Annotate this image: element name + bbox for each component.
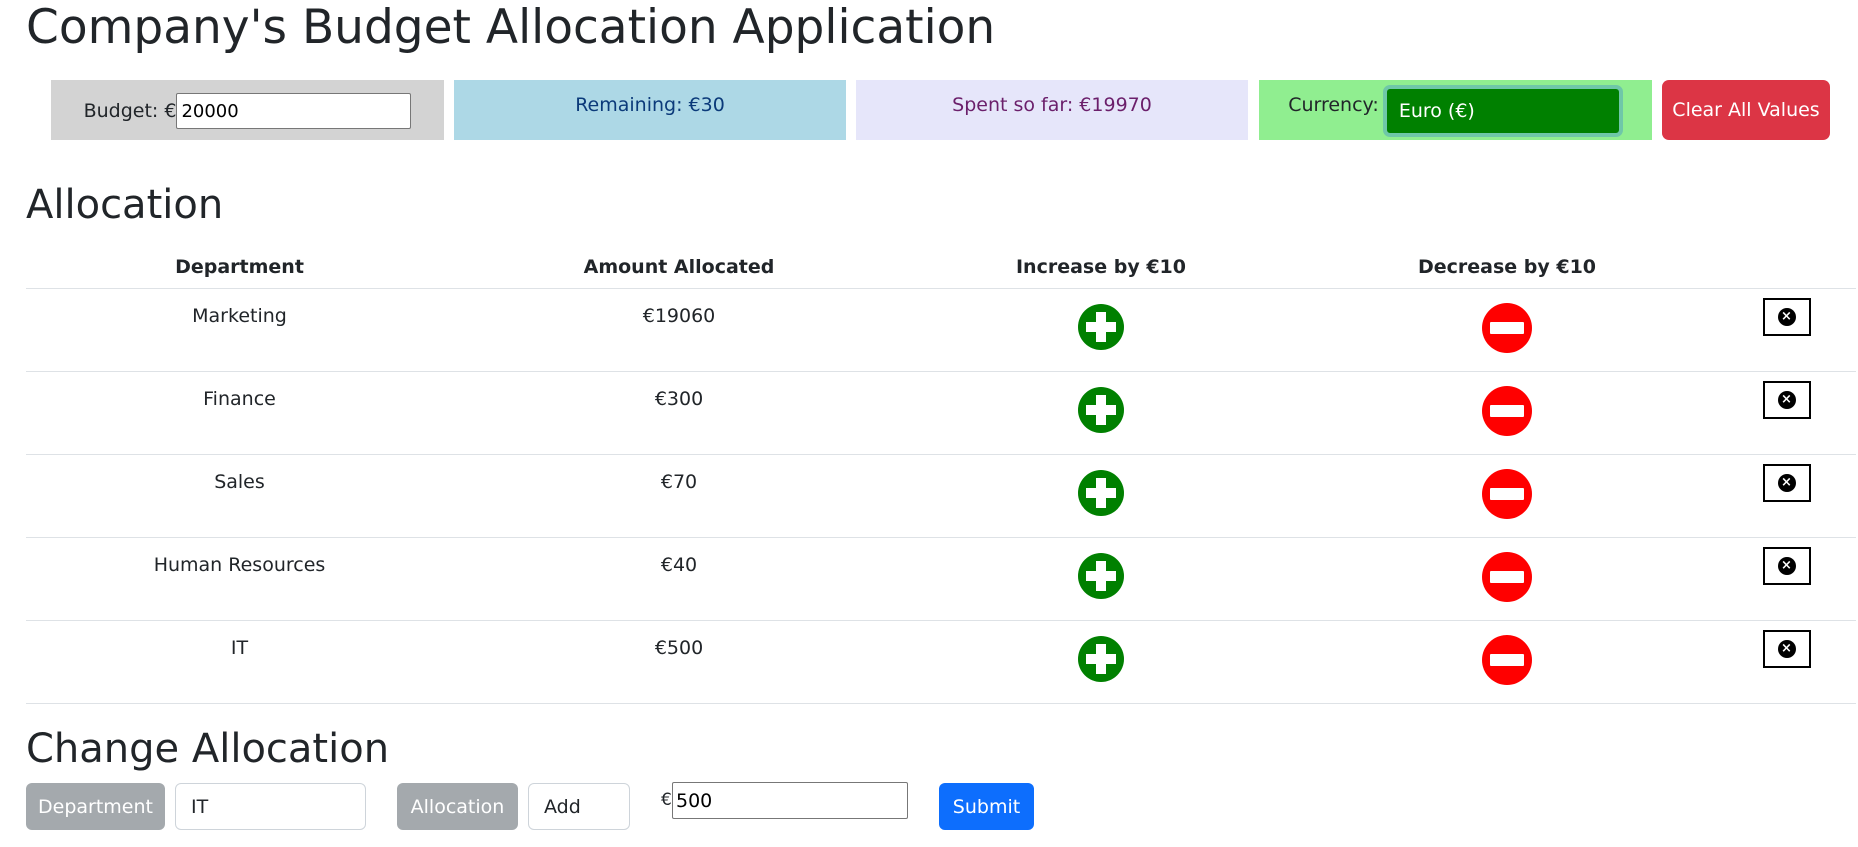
department-cell: Sales <box>26 454 453 538</box>
delete-button[interactable]: × <box>1762 380 1811 419</box>
minus-circle-icon[interactable] <box>1482 634 1532 685</box>
department-label: Department <box>26 783 165 830</box>
allocation-title: Allocation <box>26 182 224 228</box>
header-amount: Amount Allocated <box>453 246 905 289</box>
spent-text: Spent so far: €19970 <box>952 94 1152 116</box>
plus-circle-icon[interactable] <box>1078 303 1124 350</box>
department-cell: Marketing <box>26 288 453 372</box>
remaining-box: Remaining: €30 <box>454 80 846 140</box>
amount-cell: €70 <box>453 454 905 538</box>
change-allocation-title: Change Allocation <box>26 726 390 772</box>
close-circle-icon: × <box>1777 390 1796 409</box>
clear-all-button[interactable]: Clear All Values <box>1662 80 1830 140</box>
plus-circle-icon[interactable] <box>1078 469 1124 516</box>
delete-button[interactable]: × <box>1762 463 1811 502</box>
minus-circle-icon[interactable] <box>1482 302 1532 353</box>
amount-cell: €500 <box>453 620 905 704</box>
table-row: Human Resources €40 × <box>26 537 1856 621</box>
header-decrease: Decrease by €10 <box>1297 246 1717 289</box>
allocation-type-value: Add <box>544 795 581 818</box>
currency-select[interactable]: Euro (€) <box>1382 85 1623 137</box>
plus-circle-icon[interactable] <box>1078 552 1124 599</box>
table-row: Finance €300 × <box>26 371 1856 455</box>
close-circle-icon: × <box>1777 307 1796 326</box>
delete-button[interactable]: × <box>1762 297 1811 336</box>
plus-circle-icon[interactable] <box>1078 635 1124 682</box>
header-delete <box>1717 246 1856 289</box>
close-circle-icon: × <box>1777 639 1796 658</box>
currency-box: Currency: Euro (€) <box>1259 80 1652 140</box>
spent-box: Spent so far: €19970 <box>856 80 1248 140</box>
currency-selected-value: Euro (€) <box>1398 100 1475 122</box>
allocation-table: Department Amount Allocated Increase by … <box>26 246 1856 704</box>
delete-button[interactable]: × <box>1762 629 1811 668</box>
table-row: Sales €70 × <box>26 454 1856 538</box>
page-title: Company's Budget Allocation Application <box>26 0 996 55</box>
minus-circle-icon[interactable] <box>1482 551 1532 602</box>
table-row: IT €500 × <box>26 620 1856 704</box>
delete-button[interactable]: × <box>1762 546 1811 585</box>
department-cell: Human Resources <box>26 537 453 621</box>
amount-cell: €300 <box>453 371 905 455</box>
table-header-row: Department Amount Allocated Increase by … <box>26 246 1856 289</box>
allocation-type-select[interactable]: Add <box>528 783 630 830</box>
remaining-text: Remaining: €30 <box>575 94 725 116</box>
currency-label: Currency: <box>1288 94 1379 116</box>
department-cell: Finance <box>26 371 453 455</box>
page: Company's Budget Allocation Application … <box>0 0 1858 847</box>
close-circle-icon: × <box>1777 556 1796 575</box>
budget-input[interactable] <box>176 93 412 129</box>
plus-circle-icon[interactable] <box>1078 386 1124 433</box>
header-increase: Increase by €10 <box>905 246 1297 289</box>
department-select-value: IT <box>191 795 209 818</box>
amount-cell: €19060 <box>453 288 905 372</box>
department-select[interactable]: IT <box>175 783 366 830</box>
minus-circle-icon[interactable] <box>1482 385 1532 436</box>
close-circle-icon: × <box>1777 473 1796 492</box>
amount-cell: €40 <box>453 537 905 621</box>
allocation-label: Allocation <box>397 783 518 830</box>
allocation-amount-input[interactable] <box>672 782 908 819</box>
department-cell: IT <box>26 620 453 704</box>
minus-circle-icon[interactable] <box>1482 468 1532 519</box>
budget-box: Budget: € <box>51 80 444 140</box>
header-department: Department <box>26 246 453 289</box>
table-row: Marketing €19060 × <box>26 288 1856 372</box>
submit-button[interactable]: Submit <box>939 783 1034 830</box>
currency-symbol: € <box>661 790 672 810</box>
budget-label: Budget: € <box>83 100 177 122</box>
